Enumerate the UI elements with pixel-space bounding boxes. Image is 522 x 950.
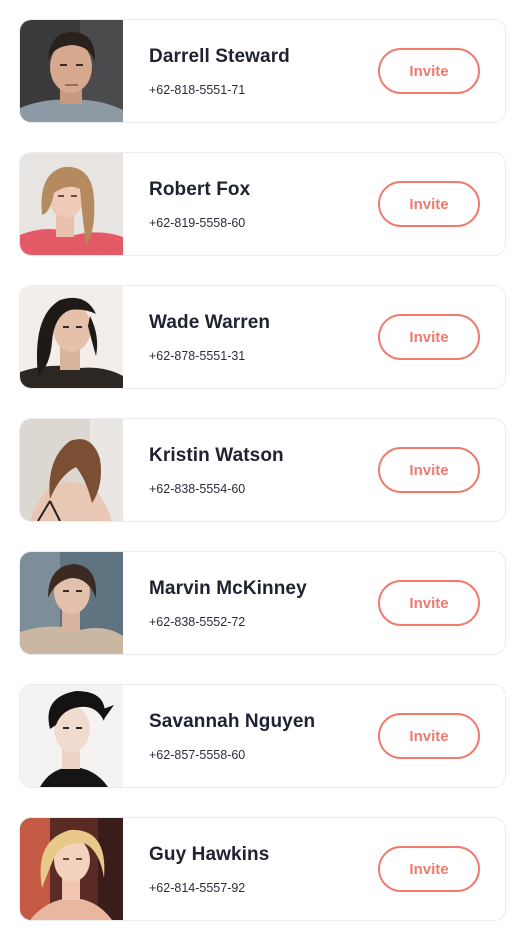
invite-button[interactable]: Invite bbox=[378, 447, 480, 493]
contact-phone: +62-818-5551-71 bbox=[149, 83, 246, 97]
contact-card[interactable]: Kristin Watson +62-838-5554-60 Invite bbox=[19, 418, 506, 522]
avatar-photo bbox=[20, 20, 123, 122]
avatar bbox=[20, 20, 123, 122]
avatar-photo bbox=[20, 685, 123, 787]
contact-name: Darrell Steward bbox=[149, 46, 290, 67]
contact-card[interactable]: Wade Warren +62-878-5551-31 Invite bbox=[19, 285, 506, 389]
contact-phone: +62-857-5558-60 bbox=[149, 748, 246, 762]
invite-button[interactable]: Invite bbox=[378, 48, 480, 94]
contact-phone: +62-878-5551-31 bbox=[149, 349, 246, 363]
avatar-photo bbox=[20, 153, 123, 255]
avatar-photo bbox=[20, 552, 123, 654]
avatar-photo bbox=[20, 419, 123, 521]
contact-card[interactable]: Savannah Nguyen +62-857-5558-60 Invite bbox=[19, 684, 506, 788]
avatar bbox=[20, 685, 123, 787]
contact-name: Wade Warren bbox=[149, 312, 271, 333]
contact-name: Savannah Nguyen bbox=[149, 711, 316, 732]
contact-card[interactable]: Robert Fox +62-819-5558-60 Invite bbox=[19, 152, 506, 256]
contact-list: Darrell Steward +62-818-5551-71 Invite R… bbox=[19, 19, 506, 950]
avatar bbox=[20, 419, 123, 521]
contact-phone: +62-814-5557-92 bbox=[149, 881, 246, 895]
contact-phone: +62-838-5554-60 bbox=[149, 482, 246, 496]
avatar bbox=[20, 818, 123, 920]
avatar-photo bbox=[20, 818, 123, 920]
contact-name: Marvin McKinney bbox=[149, 578, 307, 599]
contact-card[interactable]: Marvin McKinney +62-838-5552-72 Invite bbox=[19, 551, 506, 655]
invite-button[interactable]: Invite bbox=[378, 181, 480, 227]
avatar bbox=[20, 552, 123, 654]
contact-phone: +62-819-5558-60 bbox=[149, 216, 246, 230]
invite-button[interactable]: Invite bbox=[378, 314, 480, 360]
invite-button[interactable]: Invite bbox=[378, 713, 480, 759]
contact-card[interactable]: Guy Hawkins +62-814-5557-92 Invite bbox=[19, 817, 506, 921]
contact-name: Guy Hawkins bbox=[149, 844, 270, 865]
contact-name: Kristin Watson bbox=[149, 445, 284, 466]
contact-name: Robert Fox bbox=[149, 179, 251, 200]
avatar-photo bbox=[20, 286, 123, 388]
contact-phone: +62-838-5552-72 bbox=[149, 615, 246, 629]
avatar bbox=[20, 153, 123, 255]
invite-button[interactable]: Invite bbox=[378, 580, 480, 626]
avatar bbox=[20, 286, 123, 388]
contact-card[interactable]: Darrell Steward +62-818-5551-71 Invite bbox=[19, 19, 506, 123]
invite-button[interactable]: Invite bbox=[378, 846, 480, 892]
